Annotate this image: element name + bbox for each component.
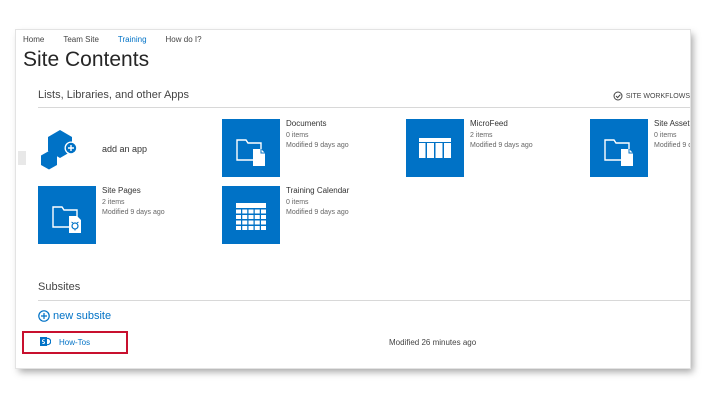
- app-item-count: 0 items: [286, 132, 309, 139]
- nav-how-do-i[interactable]: How do I?: [166, 33, 202, 47]
- app-tile-microfeed[interactable]: MicroFeed 2 items Modified 9 days ago: [406, 119, 586, 177]
- app-item-count: 2 items: [102, 199, 125, 206]
- calendar-icon: [222, 186, 280, 244]
- highlight-box: [22, 331, 128, 354]
- subsites-heading: Subsites: [38, 281, 81, 293]
- plus-circle-icon: [38, 310, 50, 322]
- new-subsite-link[interactable]: new subsite: [38, 310, 111, 322]
- list-table-icon: [406, 119, 464, 177]
- app-tile-documents[interactable]: Documents 0 items Modified 9 days ago: [222, 119, 402, 177]
- app-item-count: 0 items: [654, 132, 677, 139]
- app-name[interactable]: Training Calendar: [286, 186, 349, 196]
- app-modified: Modified 9 days ago: [470, 142, 533, 149]
- nav-training[interactable]: Training: [118, 33, 147, 47]
- app-modified: Modified 9 days ago: [286, 142, 349, 149]
- new-subsite-label: new subsite: [53, 310, 112, 322]
- app-tile-site-pages[interactable]: Site Pages 2 items Modified 9 days ago: [38, 186, 218, 244]
- scroll-marker: [18, 151, 26, 165]
- add-app-hex-icon: [41, 130, 78, 170]
- app-name[interactable]: MicroFeed: [470, 119, 508, 129]
- lists-section-heading: Lists, Libraries, and other Apps: [38, 89, 190, 101]
- app-modified: Modified 9 days ago: [654, 142, 690, 149]
- app-tile-site-assets[interactable]: Site Assets 0 items Modified 9 days ago: [590, 119, 690, 177]
- lists-section-divider: [38, 107, 690, 108]
- document-library-icon: [222, 119, 280, 177]
- top-navigation: Home Team Site Training How do I?: [23, 33, 221, 47]
- nav-home[interactable]: Home: [23, 33, 44, 47]
- app-modified: Modified 9 days ago: [102, 209, 165, 216]
- site-workflows-link[interactable]: SITE WORKFLOWS: [613, 91, 690, 101]
- wiki-page-library-icon: [38, 186, 96, 244]
- app-name[interactable]: Site Pages: [102, 186, 141, 196]
- app-modified: Modified 9 days ago: [286, 209, 349, 216]
- page-title: Site Contents: [23, 48, 150, 71]
- nav-team-site[interactable]: Team Site: [63, 33, 99, 47]
- document-library-icon: [590, 119, 648, 177]
- workflow-check-icon: [613, 91, 623, 101]
- add-an-app-tile[interactable]: add an app: [38, 124, 198, 174]
- site-workflows-label: SITE WORKFLOWS: [625, 92, 690, 100]
- subsite-row: How-Tos Modified 26 minutes ago: [38, 333, 686, 351]
- site-contents-window: Home Team Site Training How do I? Site C…: [16, 30, 690, 368]
- app-name[interactable]: Documents: [286, 119, 326, 129]
- app-item-count: 2 items: [470, 132, 493, 139]
- add-app-label: add an app: [102, 144, 148, 154]
- app-item-count: 0 items: [286, 199, 309, 206]
- app-tile-training-calendar[interactable]: Training Calendar 0 items Modified 9 day…: [222, 186, 402, 244]
- subsite-modified: Modified 26 minutes ago: [389, 338, 477, 347]
- app-name[interactable]: Site Assets: [654, 119, 690, 129]
- subsites-divider: [38, 300, 690, 301]
